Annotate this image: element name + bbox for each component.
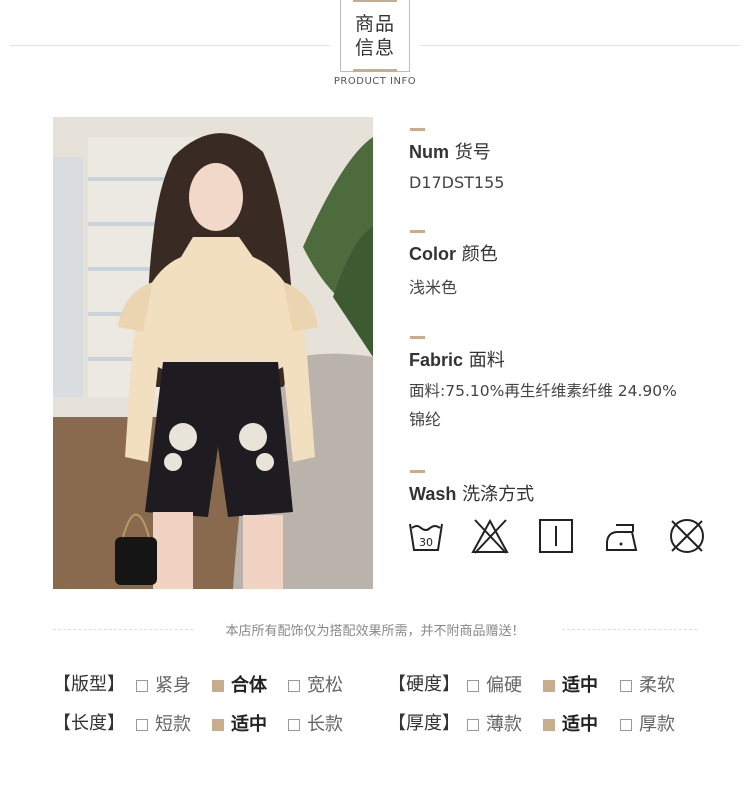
no-dry-clean-icon: [670, 519, 704, 553]
section-subtitle: PRODUCT INFO: [333, 76, 417, 87]
header-rule-right: [420, 45, 740, 46]
checkbox-filled: [543, 719, 555, 731]
num-label-cn: 货号: [454, 142, 491, 163]
checkbox-filled: [212, 680, 224, 692]
header-rule-left: [10, 45, 330, 46]
length-option-short: 短款: [136, 710, 191, 736]
num-value: D17DST155: [409, 173, 505, 192]
fabric-label: Fabric 面料: [409, 346, 505, 372]
wash-label-cn: 洗涤方式: [462, 484, 535, 505]
fit-option-regular: 合体: [212, 671, 267, 697]
length-label: 【长度】: [53, 713, 125, 734]
color-accent: [410, 230, 425, 233]
accessory-note-text: 本店所有配饰仅为搭配效果所需，并不附商品赠送！: [217, 624, 533, 639]
section-title-line2: 信息: [354, 37, 395, 59]
iron-low-icon: [606, 524, 638, 551]
num-accent: [410, 128, 425, 131]
product-photo: [53, 117, 373, 589]
title-accent-top: [353, 0, 397, 2]
thickness-label: 【厚度】: [388, 713, 460, 734]
thickness-option-thick: 厚款: [620, 710, 675, 736]
color-label-cn: 颜色: [461, 244, 498, 265]
no-bleach-icon: [471, 518, 509, 554]
checkbox-filled: [212, 719, 224, 731]
fit-label: 【版型】: [53, 674, 125, 695]
fabric-value-line1: 面料:75.10%再生纤维素纤维 24.90%: [409, 382, 677, 400]
checkbox-empty: [620, 680, 632, 692]
title-accent-bottom: [353, 69, 397, 72]
checkbox-empty: [136, 680, 148, 692]
section-title-line1: 商品: [354, 13, 395, 35]
color-value: 浅米色: [409, 278, 458, 297]
hardness-option-hard: 偏硬: [467, 671, 522, 697]
fabric-label-cn: 面料: [468, 350, 505, 371]
wash-label: Wash 洗涤方式: [409, 480, 534, 506]
svg-text:30: 30: [419, 536, 433, 549]
num-label: Num 货号: [409, 138, 491, 164]
section-title-box: 商品 信息: [340, 0, 410, 72]
checkbox-empty: [467, 719, 479, 731]
length-option-long: 长款: [288, 710, 343, 736]
fabric-label-en: Fabric: [409, 350, 464, 370]
wash-accent: [410, 470, 425, 473]
fabric-value-line2: 锦纶: [409, 410, 442, 429]
length-option-medium: 适中: [212, 710, 267, 736]
hardness-option-soft: 柔软: [620, 671, 675, 697]
checkbox-empty: [136, 719, 148, 731]
checkbox-empty: [467, 680, 479, 692]
num-label-en: Num: [409, 142, 449, 162]
thickness-option-thin: 薄款: [467, 710, 522, 736]
wash-label-en: Wash: [409, 484, 457, 504]
hardness-label: 【硬度】: [388, 674, 460, 695]
product-photo-illustration: [53, 117, 373, 589]
thickness-option-medium: 适中: [543, 710, 598, 736]
fabric-accent: [410, 336, 425, 339]
wash-30-icon: 30: [409, 523, 443, 551]
checkbox-empty: [620, 719, 632, 731]
checkbox-empty: [288, 719, 300, 731]
accessory-note: 本店所有配饰仅为搭配效果所需，并不附商品赠送！: [0, 620, 750, 639]
color-label-en: Color: [409, 244, 456, 264]
checkbox-empty: [288, 680, 300, 692]
color-label: Color 颜色: [409, 240, 498, 266]
fit-option-tight: 紧身: [136, 671, 191, 697]
hardness-option-medium: 适中: [543, 671, 598, 697]
tumble-dry-flat-icon: [539, 519, 573, 553]
checkbox-filled: [543, 680, 555, 692]
fit-option-loose: 宽松: [288, 671, 343, 697]
